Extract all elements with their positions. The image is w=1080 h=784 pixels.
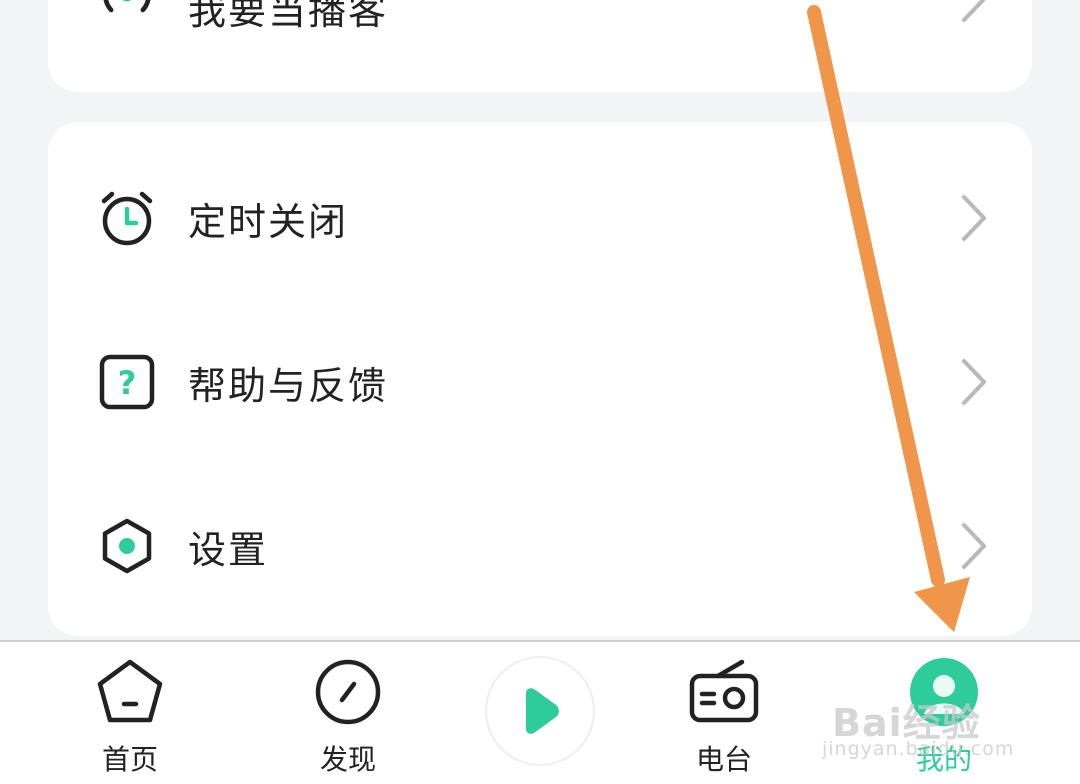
home-icon xyxy=(97,659,163,723)
settings-icon xyxy=(98,517,156,575)
chevron-right-icon xyxy=(962,523,986,569)
alarm-clock-icon xyxy=(98,189,156,247)
top-menu-card: 我要当播客 xyxy=(48,0,1032,92)
menu-item-sleep-timer[interactable]: 定时关闭 xyxy=(48,148,1032,288)
tab-discover[interactable]: 发现 xyxy=(268,642,428,784)
chevron-right-icon xyxy=(962,0,986,22)
broadcast-icon xyxy=(98,0,156,24)
menu-item-settings[interactable]: 设置 xyxy=(48,476,1032,616)
tab-label: 我的 xyxy=(915,743,972,776)
tab-label: 首页 xyxy=(101,743,158,776)
settings-menu-card: 定时关闭 ? 帮助与反馈 设置 xyxy=(48,122,1032,636)
play-icon xyxy=(526,688,559,734)
menu-item-label: 定时关闭 xyxy=(188,199,349,244)
help-icon: ? xyxy=(98,353,156,411)
play-button[interactable] xyxy=(485,656,595,766)
menu-item-label: 设置 xyxy=(188,527,269,572)
tab-profile[interactable]: 我的 xyxy=(864,642,1024,784)
menu-item-help-feedback[interactable]: ? 帮助与反馈 xyxy=(48,312,1032,452)
radio-icon xyxy=(689,659,759,723)
chevron-right-icon xyxy=(962,195,986,241)
svg-text:?: ? xyxy=(118,364,137,402)
tab-radio[interactable]: 电台 xyxy=(644,642,804,784)
tab-label: 电台 xyxy=(695,743,752,776)
discover-icon xyxy=(315,659,381,725)
menu-item-label: 我要当播客 xyxy=(188,0,389,33)
menu-item-label: 帮助与反馈 xyxy=(188,363,389,408)
chevron-right-icon xyxy=(962,359,986,405)
menu-item-podcaster[interactable]: 我要当播客 xyxy=(48,0,1032,52)
tab-home[interactable]: 首页 xyxy=(50,642,210,784)
profile-icon xyxy=(910,658,978,726)
tab-label: 发现 xyxy=(319,743,376,776)
